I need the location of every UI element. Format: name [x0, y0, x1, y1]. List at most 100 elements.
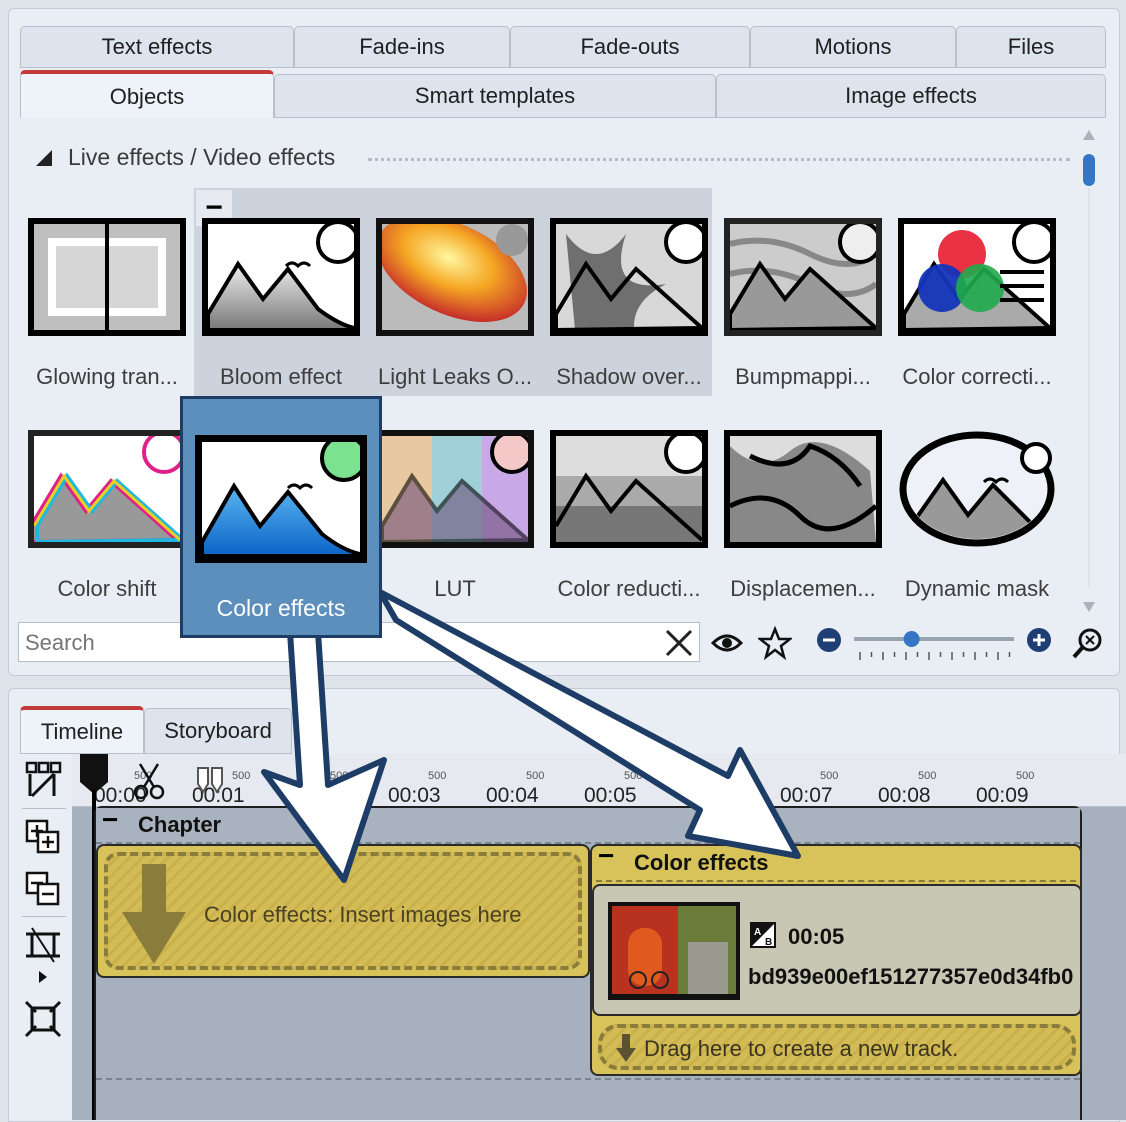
- tab-motions[interactable]: Motions: [750, 26, 956, 68]
- tab-storyboard[interactable]: Storyboard: [144, 708, 292, 754]
- tab-label: Fade-outs: [580, 34, 680, 59]
- effect-tile-lut[interactable]: LUT: [368, 430, 542, 610]
- effect-label: Color effects: [216, 595, 346, 621]
- ruler-subtick-label: 500: [624, 770, 643, 782]
- chapter-title: Chapter: [138, 812, 222, 837]
- add-track-icon[interactable]: [24, 818, 62, 856]
- thumbnail: [550, 430, 708, 548]
- effect-tile-shadow-overlay[interactable]: Shadow over...: [542, 218, 716, 398]
- remove-track-icon[interactable]: [24, 870, 62, 908]
- effect-tile-dynamic-mask[interactable]: Dynamic mask: [890, 430, 1064, 610]
- triangle-down-icon[interactable]: [34, 148, 54, 168]
- thumbnail: [898, 218, 1056, 336]
- tab-image-effects[interactable]: Image effects: [716, 74, 1106, 118]
- clip-thumbnail: [608, 902, 740, 1000]
- insert-placeholder-text: Color effects: Insert images here: [204, 902, 522, 927]
- ruler-time-label: 00:06: [682, 784, 735, 807]
- tab-objects[interactable]: Objects: [20, 70, 274, 120]
- expand-arrow-icon[interactable]: [38, 970, 48, 984]
- ruler-time-label: 00:03: [388, 784, 441, 807]
- effect-label: Bloom effect: [220, 364, 342, 389]
- split-tool-icon[interactable]: [24, 760, 62, 798]
- tab-timeline[interactable]: Timeline: [20, 706, 144, 754]
- ruler-subtick-label: 500: [330, 770, 349, 782]
- tab-fade-outs[interactable]: Fade-outs: [510, 26, 750, 68]
- effect-tile-color-reduction[interactable]: Color reducti...: [542, 430, 716, 610]
- effect-tile-light-leaks[interactable]: Light Leaks O...: [368, 218, 542, 398]
- ruler-subtick-label: 500: [232, 770, 251, 782]
- fit-frame-icon[interactable]: [24, 1000, 62, 1038]
- effect-label: Color correcti...: [902, 364, 1052, 389]
- image-type-icon: AB: [750, 922, 776, 948]
- section-title: Live effects / Video effects: [68, 144, 336, 170]
- svg-text:A: A: [754, 927, 761, 938]
- thumbnail: [550, 218, 708, 336]
- zoom-in-icon[interactable]: [1026, 627, 1052, 653]
- tab-label: Objects: [109, 83, 185, 109]
- effect-tile-color-correction[interactable]: Color correcti...: [890, 218, 1064, 398]
- tab-label: Motions: [814, 34, 892, 59]
- dragged-effect-tile[interactable]: Color effects: [180, 396, 382, 638]
- effect-label: Color shift: [57, 576, 157, 601]
- ruler-time-label: 00:09: [976, 784, 1029, 807]
- image-clip[interactable]: AB 00:05 bd939e00ef151277357e0d34fb0: [592, 884, 1082, 1016]
- eye-icon[interactable]: [710, 626, 744, 660]
- crop-tool-icon[interactable]: [24, 926, 62, 964]
- effect-tile-glowing-transition[interactable]: Glowing tran...: [20, 218, 194, 398]
- tab-label: Timeline: [40, 718, 124, 744]
- svg-text:B: B: [765, 937, 772, 948]
- ruler-subtick-label: 500: [1016, 770, 1035, 782]
- section-divider: [368, 158, 1070, 161]
- arrow-down-icon: [122, 864, 186, 964]
- ruler-time-label: 00:02: [290, 784, 343, 807]
- tab-fade-ins[interactable]: Fade-ins: [294, 26, 510, 68]
- effect-label: LUT: [434, 576, 476, 601]
- tab-label: Text effects: [101, 34, 213, 59]
- chapter-collapse-button[interactable]: −: [102, 804, 118, 836]
- effect-label: Glowing tran...: [36, 364, 178, 389]
- ruler-subtick-label: 500: [526, 770, 545, 782]
- ruler-time-label: 00:08: [878, 784, 931, 807]
- tab-smart-templates[interactable]: Smart templates: [274, 74, 716, 118]
- ruler-time-label: 00:04: [486, 784, 539, 807]
- effect-block-title: Color effects: [634, 850, 769, 875]
- effect-label: Shadow over...: [556, 364, 702, 389]
- arrow-down-icon: [616, 1034, 636, 1062]
- star-icon[interactable]: [756, 625, 794, 661]
- tab-label: Smart templates: [414, 83, 576, 108]
- zoom-slider[interactable]: [852, 626, 1016, 662]
- effect-label: Light Leaks O...: [377, 364, 533, 389]
- tab-label: Files: [1007, 34, 1055, 59]
- ruler-time-label: 00:07: [780, 784, 833, 807]
- thumbnail: [195, 434, 368, 563]
- chapter-header: − Chapter: [96, 804, 1080, 842]
- marker-icon[interactable]: [196, 766, 226, 796]
- clip-duration: 00:05: [788, 924, 845, 949]
- tab-label: Image effects: [845, 83, 977, 108]
- effect-label: Dynamic mask: [904, 576, 1050, 601]
- thumbnail: [28, 218, 186, 336]
- effect-tile-bloom[interactable]: Bloom effect: [194, 218, 368, 398]
- effect-tile-bumpmapping[interactable]: Bumpmappi...: [716, 218, 890, 398]
- thumbnail: [724, 430, 882, 548]
- library-scrollbar[interactable]: [1080, 128, 1098, 614]
- thumbnail: [724, 218, 882, 336]
- zoom-out-icon[interactable]: [816, 627, 842, 653]
- effect-label: Bumpmappi...: [735, 364, 871, 389]
- zoom-fit-icon[interactable]: [1072, 626, 1106, 660]
- thumbnail: [202, 218, 360, 336]
- effect-label: Color reducti...: [557, 576, 701, 601]
- playhead-handle[interactable]: [78, 754, 110, 794]
- effect-block-collapse-button[interactable]: −: [598, 840, 614, 872]
- ruler-subtick-label: 500: [428, 770, 447, 782]
- clear-search-icon[interactable]: [663, 627, 695, 659]
- toolbar-divider: [22, 916, 66, 917]
- scissors-icon[interactable]: [132, 762, 166, 802]
- effect-tile-color-shift[interactable]: Color shift: [20, 430, 194, 610]
- insert-images-dropzone[interactable]: Color effects: Insert images here: [104, 852, 582, 970]
- new-track-dropzone[interactable]: Drag here to create a new track.: [598, 1024, 1076, 1070]
- tab-text-effects[interactable]: Text effects: [20, 26, 294, 68]
- tab-files[interactable]: Files: [956, 26, 1106, 68]
- effect-block-divider: [596, 880, 1076, 882]
- effect-tile-displacement[interactable]: Displacemen...: [716, 430, 890, 610]
